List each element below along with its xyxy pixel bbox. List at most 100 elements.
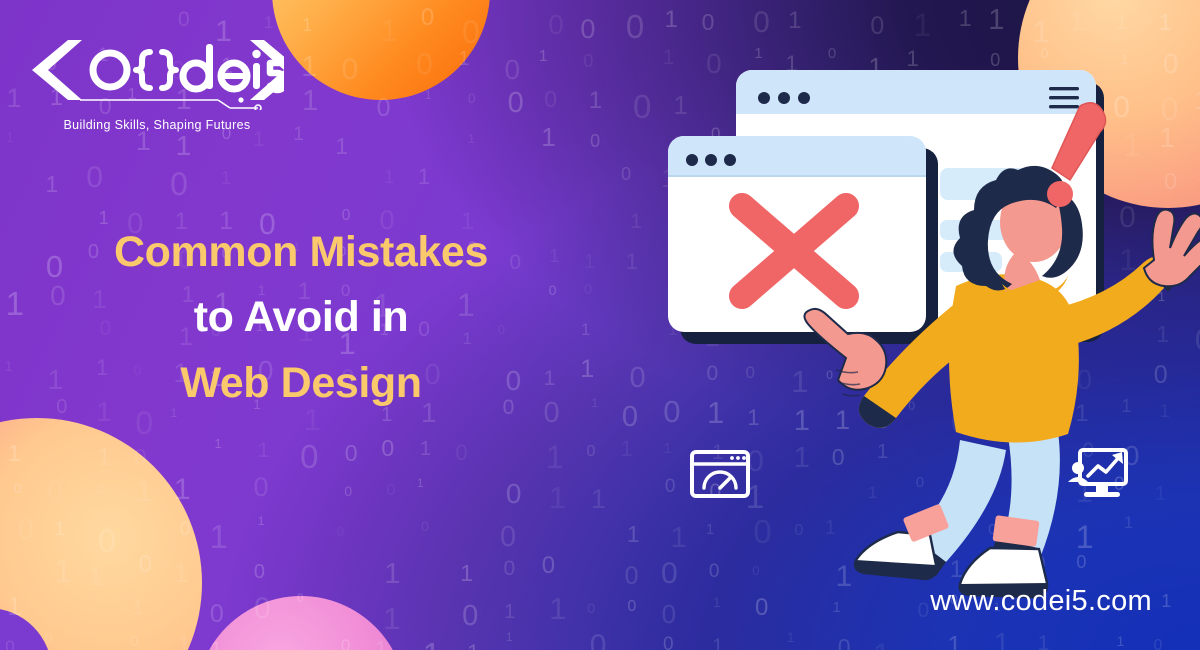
binary-digit: 0 (253, 472, 269, 503)
binary-digit: 0 (917, 599, 930, 623)
binary-digit: 0 (625, 8, 645, 46)
binary-digit: 0 (586, 442, 596, 460)
binary-digit: 0 (455, 439, 468, 465)
binary-digit: 1 (664, 6, 678, 34)
binary-digit: 0 (661, 598, 677, 629)
illustration-svg (668, 70, 1200, 599)
binary-digit: 0 (662, 634, 674, 650)
headline-line-1: Common Mistakes (114, 228, 488, 276)
binary-digit: 0 (621, 163, 632, 184)
website-url[interactable]: www.codei5.com (930, 585, 1152, 618)
binary-digit: 1 (832, 599, 841, 617)
binary-digit: 0 (837, 634, 851, 650)
binary-digit: 1 (467, 131, 476, 147)
binary-digit: 0 (421, 518, 429, 535)
browser-window-front (668, 136, 926, 332)
binary-digit: 1 (549, 246, 560, 267)
binary-digit: 1 (590, 483, 606, 514)
binary-digit: 0 (50, 280, 66, 312)
binary-digit: 0 (583, 50, 594, 71)
binary-digit: 1 (630, 209, 642, 233)
binary-digit: 0 (336, 523, 345, 539)
binary-digit: 1 (873, 639, 891, 650)
binary-digit: 0 (548, 8, 564, 40)
binary-digit: 1 (591, 395, 599, 410)
binary-digit: 0 (300, 437, 319, 475)
binary-digit: 1 (214, 435, 222, 451)
binary-digit: 0 (627, 597, 637, 615)
binary-digit: 0 (580, 14, 596, 45)
binary-digit: 1 (786, 629, 795, 646)
binary-digit: 0 (629, 362, 646, 395)
brand-logo[interactable]: Building Skills, Shaping Futures (22, 30, 292, 132)
binary-digit: 1 (6, 82, 22, 113)
binary-digit: 1 (580, 320, 591, 340)
binary-digit: 0 (504, 54, 521, 86)
binary-digit: 0 (701, 9, 715, 36)
decorative-circle-peach-bottom (0, 418, 202, 650)
hamburger-menu-icon (1049, 87, 1079, 109)
binary-digit: 0 (462, 600, 479, 633)
binary-digit: 1 (45, 170, 59, 197)
binary-digit: 1 (467, 641, 479, 650)
binary-digit: 1 (958, 5, 972, 32)
decorative-circle-orange (272, 0, 490, 100)
binary-digit: 1 (221, 167, 232, 188)
binary-digit: 0 (541, 551, 556, 579)
binary-digit: 1 (252, 127, 265, 151)
binary-digit: 0 (587, 599, 596, 616)
binary-digit: 0 (1153, 637, 1163, 650)
binary-digit: 1 (383, 600, 401, 636)
binary-digit: 1 (538, 47, 548, 65)
binary-digit: 1 (580, 355, 595, 384)
binary-digit: 1 (788, 6, 802, 34)
binary-digit: 1 (620, 435, 633, 461)
binary-digit: 0 (589, 628, 607, 650)
binary-digit: 0 (386, 481, 396, 499)
binary-digit: 0 (45, 249, 64, 285)
binary-digit: 0 (624, 561, 639, 590)
binary-digit: 1 (209, 518, 228, 556)
binary-digit: 0 (178, 7, 190, 31)
binary-digit: 0 (870, 11, 885, 40)
binary-digit: 1 (549, 591, 567, 627)
binary-digit: 1 (505, 629, 513, 644)
brand-tagline: Building Skills, Shaping Futures (63, 118, 251, 132)
binary-digit: 1 (257, 438, 270, 462)
binary-digit: 1 (5, 128, 14, 145)
binary-digit: 1 (384, 557, 401, 590)
analytics-icon (1068, 448, 1134, 507)
binary-digit: 1 (257, 514, 265, 529)
binary-digit: 1 (588, 87, 603, 115)
binary-digit: 1 (384, 166, 395, 187)
binary-digit: 1 (293, 124, 304, 146)
decorative-circle-pink (196, 596, 406, 650)
open-hand (1142, 208, 1200, 288)
headline-line-2: to Avoid in (193, 293, 409, 342)
binary-digit: 1 (424, 88, 432, 103)
binary-digit: 1 (913, 6, 932, 43)
binary-digit: 1 (4, 358, 13, 376)
binary-digit: 1 (419, 437, 431, 460)
binary-digit: 1 (504, 600, 516, 623)
binary-digit: 0 (543, 396, 560, 429)
binary-digit: 1 (417, 163, 431, 189)
binary-digit: 1 (1116, 633, 1125, 649)
binary-digit: 0 (344, 482, 353, 499)
binary-digit: 1 (5, 285, 24, 323)
binary-digit: 1 (541, 122, 556, 153)
binary-digit: 0 (344, 439, 358, 466)
binary-digit: 0 (507, 87, 524, 120)
binary-digit: 1 (712, 635, 724, 650)
binary-digit: 1 (460, 559, 474, 586)
page-speed-icon (690, 450, 750, 503)
binary-digit: 0 (170, 166, 188, 203)
binary-digit: 1 (543, 366, 556, 390)
binary-digit: 0 (632, 87, 652, 125)
binary-digit: 0 (621, 401, 639, 434)
binary-digit: 1 (263, 13, 274, 33)
promo-banner: 0111100000100101111111010011001010101101… (0, 0, 1200, 650)
binary-digit: 1 (47, 363, 64, 395)
binary-digit: 1 (416, 476, 424, 491)
binary-digit: 0 (467, 89, 476, 106)
